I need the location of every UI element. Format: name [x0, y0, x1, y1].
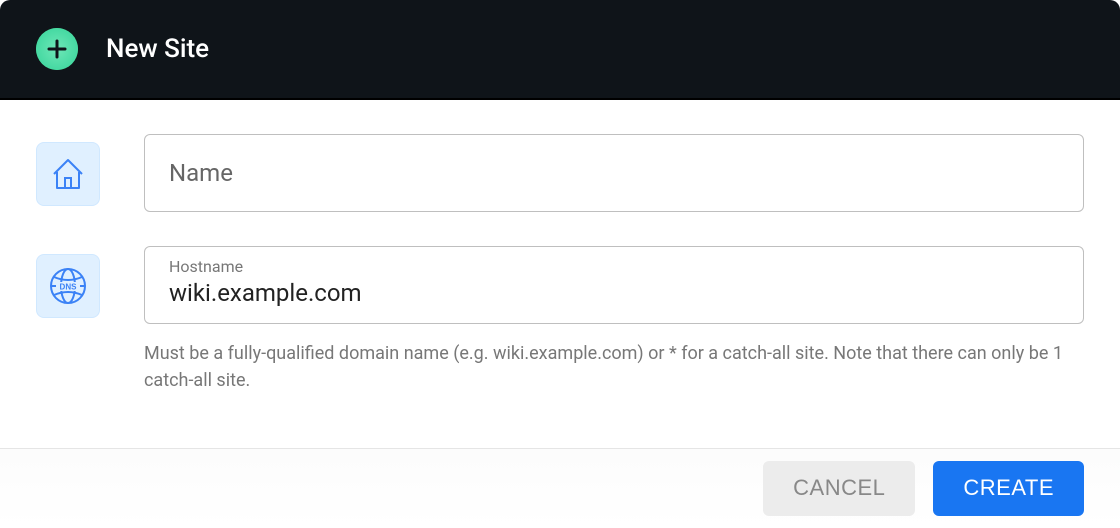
create-button[interactable]: CREATE — [933, 461, 1084, 516]
name-input[interactable]: Name — [144, 134, 1084, 212]
hostname-input[interactable]: Hostname wiki.example.com — [144, 246, 1084, 324]
hostname-value: wiki.example.com — [169, 279, 362, 307]
modal-footer: CANCEL CREATE — [0, 448, 1120, 528]
name-row: Name — [36, 134, 1084, 212]
modal-title: New Site — [106, 34, 209, 64]
hostname-label: Hostname — [169, 257, 243, 276]
hostname-row: DNS Hostname wiki.example.com Must be a … — [36, 246, 1084, 394]
dns-icon: DNS — [36, 254, 100, 318]
new-site-modal: New Site Name — [0, 0, 1120, 528]
home-icon — [36, 142, 100, 206]
hostname-helper: Must be a fully-qualified domain name (e… — [144, 340, 1084, 394]
svg-text:DNS: DNS — [60, 282, 78, 291]
modal-header: New Site — [0, 0, 1120, 100]
plus-icon — [36, 28, 78, 70]
name-placeholder: Name — [169, 159, 233, 187]
modal-body: Name DNS Hostname wiki.exampl — [0, 100, 1120, 448]
cancel-button[interactable]: CANCEL — [763, 461, 915, 516]
